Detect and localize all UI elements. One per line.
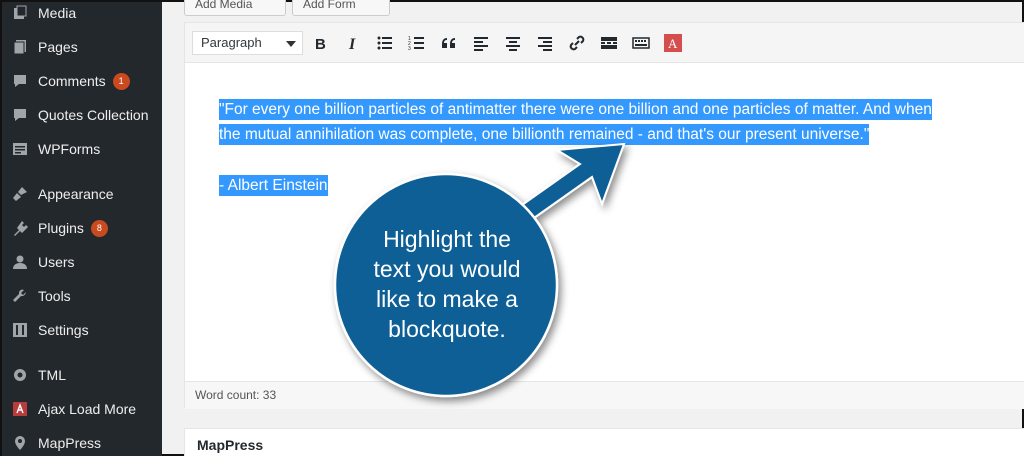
sidebar-item-label: Ajax Load More [38,401,137,417]
plugins-icon [11,219,29,237]
sidebar-item-settings[interactable]: Settings [2,315,162,345]
editor-content[interactable]: "For every one billion particles of anti… [185,63,1024,381]
numbered-list-icon[interactable]: 123 [406,32,428,54]
sidebar-item-pages[interactable]: Pages [2,32,162,62]
users-icon [11,253,29,271]
add-form-button[interactable]: Add Form [292,0,390,16]
map-pin-icon [11,434,29,452]
word-count: Word count: 33 [185,381,1024,409]
svg-text:B: B [315,36,326,52]
read-more-icon[interactable] [598,32,620,54]
italic-icon[interactable]: I [342,32,364,54]
sidebar-item-appearance[interactable]: Appearance [2,179,162,209]
link-icon[interactable] [566,32,588,54]
svg-text:I: I [348,36,356,52]
sidebar-item-label: Comments [38,73,106,89]
sidebar-item-ajax-load-more[interactable]: Ajax Load More [2,394,162,424]
sidebar-item-label: Plugins [38,220,84,236]
sidebar-item-label: Quotes Collection [38,107,149,123]
format-select[interactable]: Paragraph [192,31,303,55]
sidebar-item-tools[interactable]: Tools [2,281,162,311]
editor-toolbar: Paragraph B I 123 A [185,23,1024,63]
sidebar-item-quotes-collection[interactable]: Quotes Collection [2,100,162,130]
selected-text-line: "For every one billion particles of anti… [219,99,932,120]
sidebar-item-tml[interactable]: TML [2,360,162,390]
align-left-icon[interactable] [470,32,492,54]
toolbar-toggle-icon[interactable] [630,32,652,54]
sidebar-item-label: Pages [38,39,78,55]
align-right-icon[interactable] [534,32,556,54]
sidebar-item-plugins[interactable]: Plugins 8 [2,213,162,243]
blockquote-icon[interactable] [438,32,460,54]
bullet-list-icon[interactable] [374,32,396,54]
media-icon [11,4,29,22]
appearance-icon [11,185,29,203]
sidebar-item-label: Appearance [38,186,114,202]
align-center-icon[interactable] [502,32,524,54]
admin-sidebar: Media Pages Comments 1 Quotes Collection… [2,2,162,456]
sidebar-item-label: Media [38,5,77,21]
sidebar-item-label: Settings [38,322,89,338]
selected-text-line: - Albert Einstein [219,175,328,196]
tools-icon [11,287,29,305]
selected-text-line: the mutual annihilation was complete, on… [219,124,870,145]
svg-text:A: A [668,36,678,51]
sidebar-item-mappress[interactable]: MapPress [2,428,162,456]
post-editor: Paragraph B I 123 A "For every one billi… [184,22,1024,409]
comments-count-badge: 1 [112,72,130,90]
gear-icon [11,366,29,384]
quotes-icon [11,106,29,124]
callout-text: Highlight the text you would like to mak… [373,226,521,342]
settings-icon [11,321,29,339]
sidebar-item-users[interactable]: Users [2,247,162,277]
sidebar-item-label: Users [38,254,75,270]
mappress-metabox[interactable]: MapPress [184,428,1024,456]
sidebar-item-comments[interactable]: Comments 1 [2,66,162,96]
svg-text:3: 3 [408,46,411,52]
sidebar-item-label: Tools [38,288,71,304]
chevron-down-icon [286,41,296,47]
sidebar-item-wpforms[interactable]: WPForms [2,134,162,164]
sidebar-item-label: WPForms [38,141,101,157]
comments-icon [11,72,29,90]
plugins-update-badge: 8 [90,219,108,237]
bold-icon[interactable]: B [310,32,332,54]
add-media-button[interactable]: Add Media [184,0,286,16]
sidebar-item-label: TML [38,367,66,383]
text-color-icon[interactable]: A [662,32,684,54]
sidebar-item-label: MapPress [38,435,102,451]
ajax-load-more-icon [11,400,29,418]
wpforms-icon [11,140,29,158]
sidebar-item-media[interactable]: Media [2,0,162,28]
pages-icon [11,38,29,56]
